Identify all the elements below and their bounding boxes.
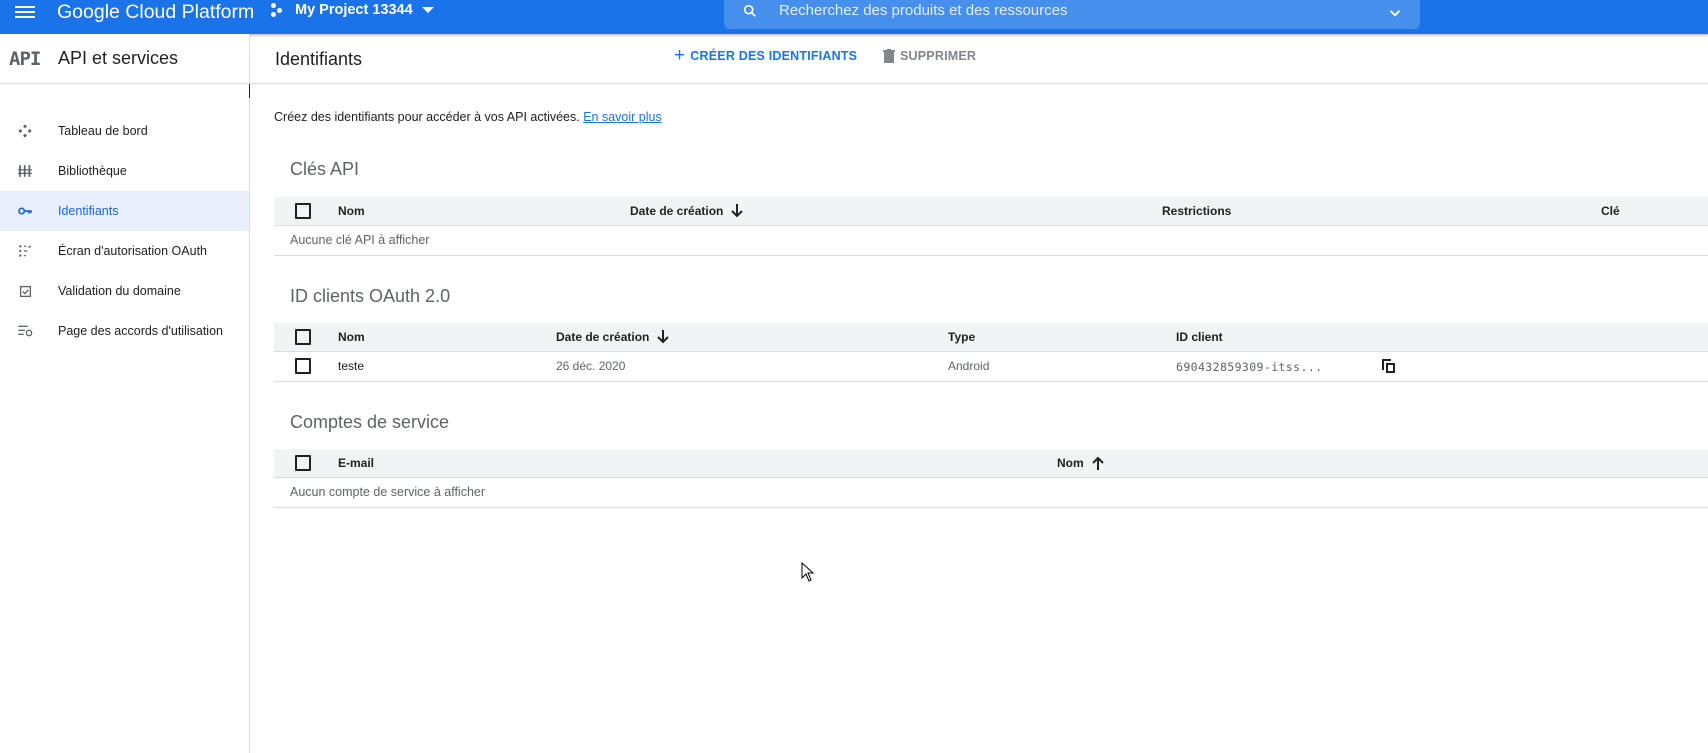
- select-all-checkbox[interactable]: [295, 203, 311, 219]
- sidebar-item-usage-agreements[interactable]: Page des accords d'utilisation: [0, 311, 249, 351]
- empty-message: Aucune clé API à afficher: [290, 233, 430, 247]
- text-caret: [249, 84, 250, 98]
- service-accounts-header-row: E-mail Nom: [274, 449, 1708, 478]
- client-id: 690432859309-itss...: [1176, 360, 1323, 374]
- consent-icon: [19, 245, 31, 257]
- row-checkbox[interactable]: [295, 358, 311, 374]
- api-keys-title: Clés API: [290, 159, 360, 179]
- column-header-date[interactable]: Date de création: [630, 204, 744, 218]
- settings-list-icon: [18, 325, 33, 337]
- project-selector[interactable]: My Project 13344: [271, 2, 434, 18]
- intro-text: Créez des identifiants pour accéder à vo…: [274, 110, 662, 124]
- column-header-date-label: Date de création: [630, 204, 724, 218]
- table-empty-row: Aucun compte de service à afficher: [274, 478, 1708, 508]
- oauth-title: ID clients OAuth 2.0: [290, 286, 451, 306]
- create-credentials-button[interactable]: + CRÉER DES IDENTIFIANTS: [674, 45, 858, 66]
- delete-label: SUPPRIMER: [900, 49, 977, 63]
- arrow-down-icon: [731, 204, 744, 218]
- sidebar-nav: Tableau de bord Bibliothèque Identifiant…: [0, 111, 249, 351]
- key-icon: [18, 207, 32, 215]
- sidebar-header: API API et services: [0, 34, 249, 84]
- sidebar-item-label: Validation du domaine: [58, 284, 181, 298]
- chevron-down-icon[interactable]: [1386, 4, 1404, 22]
- select-all-checkbox[interactable]: [295, 455, 311, 471]
- plus-icon: +: [674, 45, 686, 66]
- column-header-email[interactable]: E-mail: [338, 456, 374, 470]
- search-placeholder: Recherchez des produits et des ressource…: [779, 2, 1068, 19]
- sidebar-item-oauth-consent[interactable]: Écran d'autorisation OAuth: [0, 231, 249, 271]
- copy-icon[interactable]: [1382, 359, 1396, 374]
- top-bar: Google Cloud Platform My Project 13344 R…: [0, 0, 1708, 34]
- column-header-date[interactable]: Date de création: [556, 330, 670, 344]
- table-empty-row: Aucune clé API à afficher: [274, 226, 1708, 256]
- sidebar: API API et services Tableau de bord Bibl…: [0, 34, 250, 753]
- column-header-type[interactable]: Type: [948, 330, 975, 344]
- mouse-pointer-icon: [801, 562, 814, 582]
- empty-message: Aucun compte de service à afficher: [290, 485, 486, 499]
- column-header-key[interactable]: Clé: [1601, 204, 1620, 218]
- sidebar-item-label: Bibliothèque: [58, 164, 127, 178]
- library-icon: [18, 165, 32, 177]
- main-menu-icon[interactable]: [15, 3, 35, 19]
- sidebar-item-dashboard[interactable]: Tableau de bord: [0, 111, 249, 151]
- select-all-checkbox[interactable]: [295, 329, 311, 345]
- arrow-up-icon: [1091, 456, 1104, 470]
- delete-button[interactable]: SUPPRIMER: [883, 49, 976, 63]
- column-header-client-id[interactable]: ID client: [1176, 330, 1223, 344]
- search-input[interactable]: Recherchez des produits et des ressource…: [724, 0, 1420, 29]
- column-header-date-label: Date de création: [556, 330, 650, 344]
- create-credentials-label: CRÉER DES IDENTIFIANTS: [690, 49, 858, 63]
- column-header-restrictions[interactable]: Restrictions: [1162, 204, 1231, 218]
- column-header-name[interactable]: Nom: [1057, 456, 1104, 470]
- column-header-name[interactable]: Nom: [338, 204, 365, 218]
- sidebar-item-label: Identifiants: [58, 204, 119, 218]
- project-name: My Project 13344: [295, 2, 413, 18]
- sidebar-item-label: Page des accords d'utilisation: [58, 324, 223, 338]
- column-header-name[interactable]: Nom: [338, 330, 365, 344]
- sidebar-item-domain-verification[interactable]: Validation du domaine: [0, 271, 249, 311]
- main-content: Créez des identifiants pour accéder à vo…: [250, 84, 1708, 753]
- column-header-name-label: Nom: [1057, 456, 1084, 470]
- dashboard-icon: [18, 124, 32, 138]
- learn-more-link[interactable]: En savoir plus: [583, 110, 662, 124]
- sidebar-item-library[interactable]: Bibliothèque: [0, 151, 249, 191]
- client-name-link[interactable]: teste: [338, 359, 364, 373]
- client-type: Android: [948, 359, 990, 373]
- sidebar-item-label: Écran d'autorisation OAuth: [58, 244, 207, 258]
- checkbox-icon: [19, 285, 31, 297]
- trash-icon: [883, 49, 895, 63]
- page-header: Identifiants + CRÉER DES IDENTIFIANTS SU…: [250, 34, 1708, 84]
- api-logo: API: [9, 48, 41, 70]
- sidebar-item-label: Tableau de bord: [58, 124, 148, 138]
- creation-date: 26 déc. 2020: [556, 359, 626, 373]
- table-row[interactable]: teste 26 déc. 2020 Android 690432859309-…: [274, 352, 1708, 382]
- arrow-down-icon: [657, 330, 670, 344]
- page-title: Identifiants: [275, 49, 363, 69]
- service-accounts-title: Comptes de service: [290, 412, 450, 432]
- service-title: API et services: [58, 48, 179, 68]
- project-icon: [271, 3, 289, 17]
- sidebar-item-credentials[interactable]: Identifiants: [0, 191, 249, 231]
- api-keys-header-row: Nom Date de création Restrictions Clé: [274, 197, 1708, 226]
- oauth-header-row: Nom Date de création Type ID client: [274, 323, 1708, 352]
- caret-down-icon: [421, 7, 434, 13]
- platform-title[interactable]: Google Cloud Platform: [57, 0, 254, 24]
- search-icon: [743, 4, 756, 17]
- intro-message: Créez des identifiants pour accéder à vo…: [274, 110, 580, 124]
